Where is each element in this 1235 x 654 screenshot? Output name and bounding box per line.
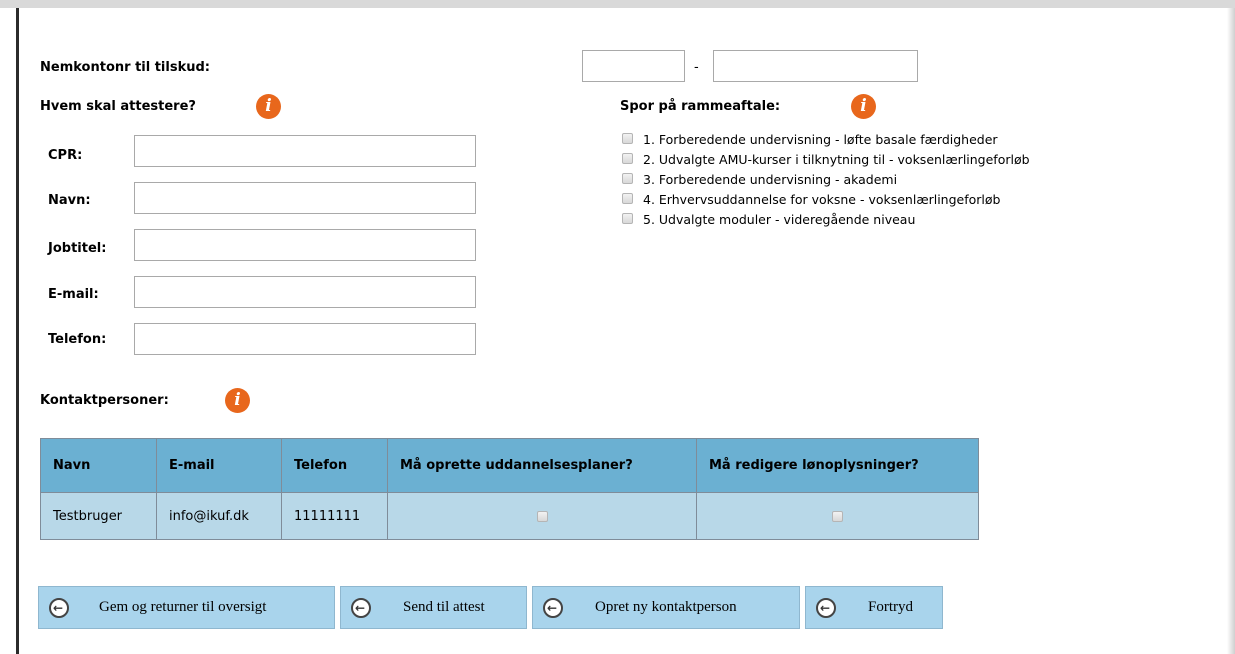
fortryd-button[interactable]: ← Fortryd	[805, 586, 943, 629]
gem-og-returner-button[interactable]: ← Gem og returner til oversigt	[38, 586, 335, 629]
email-input[interactable]	[134, 276, 476, 308]
spor-checkbox[interactable]	[622, 153, 633, 164]
arrow-left-icon: ←	[49, 598, 69, 618]
spor-checkbox[interactable]	[622, 193, 633, 204]
column-header-navn: Navn	[40, 438, 157, 493]
page: Nemkontonr til tilskud: - Hvem skal atte…	[0, 8, 1235, 654]
fortryd-button-label: Fortryd	[868, 599, 913, 615]
spor-item[interactable]: 2. Udvalgte AMU-kurser i tilknytning til…	[622, 152, 1030, 172]
spor-item-label: 4. Erhvervsuddannelse for voksne - vokse…	[643, 192, 1001, 207]
spor-item[interactable]: 3. Forberedende undervisning - akademi	[622, 172, 897, 192]
spor-info-icon[interactable]: i	[851, 94, 876, 119]
attest-heading: Hvem skal attestere?	[40, 99, 196, 114]
opret-button-label: Opret ny kontaktperson	[595, 599, 737, 615]
navn-label: Navn:	[48, 193, 91, 208]
column-header-loenoplysninger: Må redigere lønoplysninger?	[696, 438, 979, 493]
loenoplysninger-checkbox[interactable]	[832, 510, 843, 522]
spor-item[interactable]: 5. Udvalgte moduler - videregående nivea…	[622, 212, 915, 232]
uddannelsesplaner-checkbox[interactable]	[536, 510, 548, 522]
spor-item-label: 3. Forberedende undervisning - akademi	[643, 172, 898, 187]
cell-email: info@ikuf.dk	[156, 492, 282, 540]
arrow-left-icon: ←	[816, 598, 836, 618]
spor-heading: Spor på rammeaftale:	[620, 99, 781, 114]
telefon-label: Telefon:	[48, 332, 107, 347]
spor-item[interactable]: 4. Erhvervsuddannelse for voksne - vokse…	[622, 192, 1000, 212]
email-label: E-mail:	[48, 287, 99, 302]
right-edge-shadow	[1227, 8, 1235, 654]
jobtitel-label: Jobtitel:	[48, 241, 107, 256]
jobtitel-input[interactable]	[134, 229, 476, 261]
opret-kontaktperson-button[interactable]: ← Opret ny kontaktperson	[532, 586, 800, 629]
kontakt-info-icon[interactable]: i	[225, 388, 250, 413]
table-row: Testbruger info@ikuf.dk 11111111	[40, 492, 979, 540]
cell-loenoplysninger	[696, 492, 979, 540]
left-border	[16, 8, 19, 654]
nemkonto-reg-input[interactable]	[582, 50, 685, 82]
telefon-input[interactable]	[134, 323, 476, 355]
gem-button-label: Gem og returner til oversigt	[99, 599, 267, 615]
nemkonto-konto-input[interactable]	[713, 50, 918, 82]
kontakt-heading: Kontaktpersoner:	[40, 393, 169, 408]
spor-item-label: 1. Forberedende undervisning - løfte bas…	[643, 132, 998, 147]
attest-info-icon[interactable]: i	[256, 94, 281, 119]
spor-checkbox[interactable]	[622, 173, 633, 184]
spor-item-label: 5. Udvalgte moduler - videregående nivea…	[643, 212, 916, 227]
spor-checkbox[interactable]	[622, 133, 633, 144]
navn-input[interactable]	[134, 182, 476, 214]
cpr-label: CPR:	[48, 148, 83, 163]
cell-telefon: 11111111	[281, 492, 388, 540]
spor-item-label: 2. Udvalgte AMU-kurser i tilknytning til…	[643, 152, 1030, 167]
kontakt-table: Navn E-mail Telefon Må oprette uddannels…	[40, 438, 979, 540]
cell-uddannelsesplaner	[387, 492, 697, 540]
nemkonto-separator: -	[694, 60, 699, 75]
cpr-input[interactable]	[134, 135, 476, 167]
column-header-telefon: Telefon	[281, 438, 388, 493]
column-header-uddannelsesplaner: Må oprette uddannelsesplaner?	[387, 438, 697, 493]
arrow-left-icon: ←	[351, 598, 371, 618]
column-header-email: E-mail	[156, 438, 282, 493]
cell-navn: Testbruger	[40, 492, 157, 540]
nemkonto-label: Nemkontonr til tilskud:	[40, 60, 210, 75]
table-header-row: Navn E-mail Telefon Må oprette uddannels…	[40, 438, 979, 493]
spor-item[interactable]: 1. Forberedende undervisning - løfte bas…	[622, 132, 998, 152]
spor-checkbox[interactable]	[622, 213, 633, 224]
send-til-attest-button[interactable]: ← Send til attest	[340, 586, 527, 629]
arrow-left-icon: ←	[543, 598, 563, 618]
send-button-label: Send til attest	[403, 599, 485, 615]
